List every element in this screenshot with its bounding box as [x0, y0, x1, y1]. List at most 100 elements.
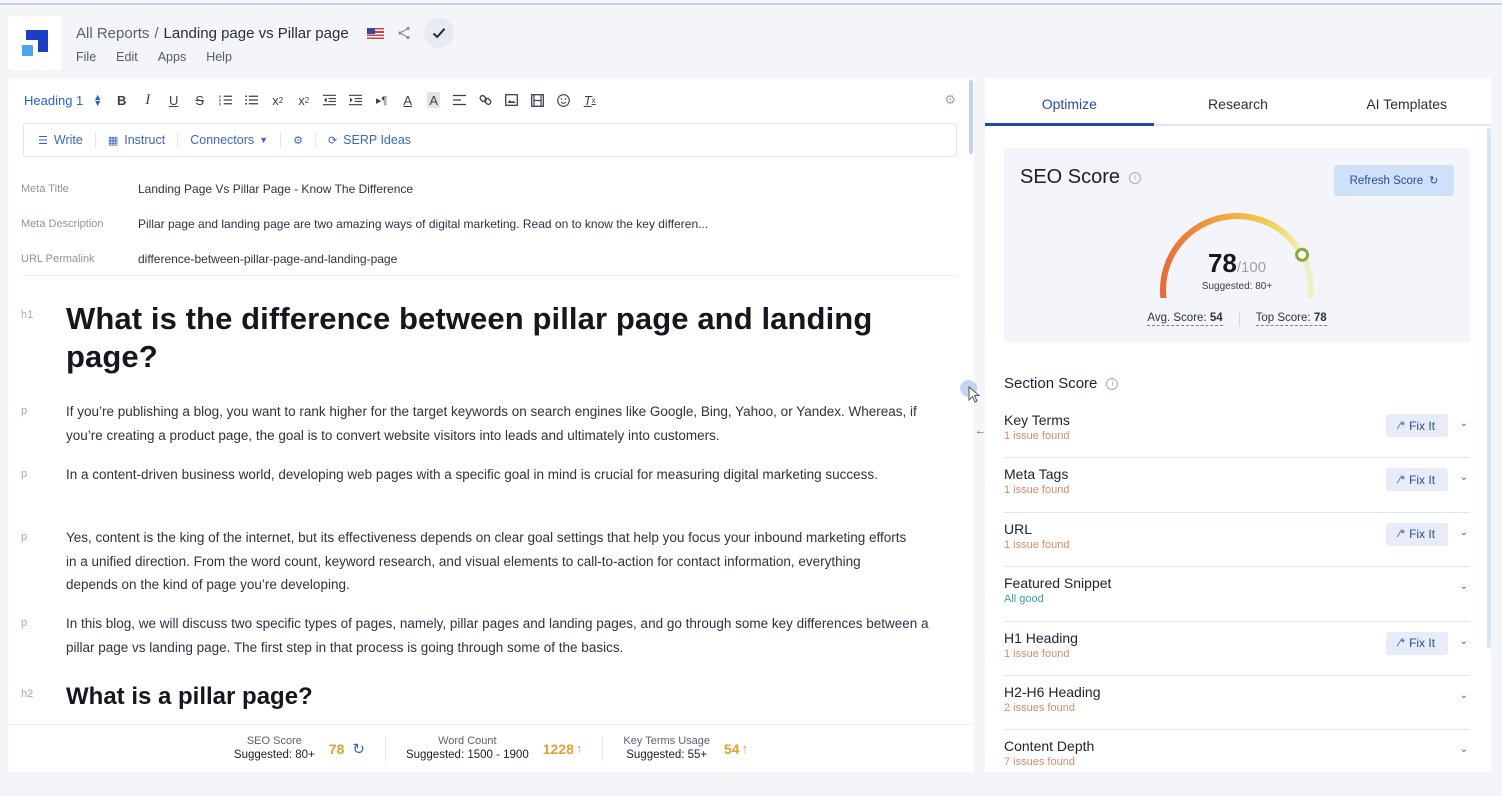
menu-help[interactable]: Help [206, 50, 232, 64]
section-score-row[interactable]: Key Terms 1 issue found ⁄* Fix It ⌄ [1004, 404, 1470, 459]
content-block-p[interactable]: p In a content-driven business world, de… [21, 463, 941, 487]
serp-ideas-button[interactable]: ⟳ SERP Ideas [328, 133, 411, 147]
text-color-button[interactable]: A [401, 92, 414, 108]
chevron-down-icon[interactable]: ⌄ [1460, 472, 1468, 483]
paragraph[interactable]: In this blog, we will discuss two specif… [66, 612, 941, 659]
app-logo[interactable] [8, 16, 62, 70]
top-score-value: 78 [1313, 312, 1327, 324]
editor-scrollbar-thumb[interactable] [969, 80, 973, 154]
chevron-down-icon[interactable]: ⌄ [1460, 581, 1468, 592]
tab-research[interactable]: Research [1154, 78, 1323, 124]
tab-ai-templates[interactable]: AI Templates [1322, 78, 1491, 124]
heading-1[interactable]: What is the difference between pillar pa… [66, 300, 906, 376]
clear-format-button[interactable]: Tx [583, 92, 596, 108]
chevron-down-icon[interactable]: ⌄ [1460, 418, 1468, 429]
divider [1238, 312, 1240, 326]
section-status: 2 issues found [1004, 701, 1075, 714]
write-button[interactable]: ☰ Write [38, 133, 83, 147]
menu-apps[interactable]: Apps [158, 50, 187, 64]
tab-optimize[interactable]: Optimize [985, 78, 1154, 124]
connectors-dropdown[interactable]: Connectors ▼ [190, 133, 268, 147]
instruct-label: Instruct [124, 133, 166, 147]
score-suggested: Suggested: 80+ [1201, 281, 1273, 292]
bold-button[interactable]: B [115, 92, 128, 108]
key-terms-value: 54 [724, 740, 740, 757]
section-name: Meta Tags [1004, 466, 1069, 483]
section-score-row[interactable]: Featured Snippet All good ⌄ [1004, 567, 1470, 622]
us-flag-icon[interactable] [366, 27, 384, 39]
fix-it-label: Fix It [1409, 636, 1436, 651]
chevron-down-icon[interactable]: ⌄ [1460, 636, 1468, 647]
content-block-p[interactable]: p In this blog, we will discuss two spec… [21, 612, 941, 659]
refresh-score-button[interactable]: Refresh Score ↻ [1334, 165, 1454, 196]
content-block-h2[interactable]: h2 What is a pillar page? [21, 682, 941, 712]
content-block-p[interactable]: p Yes, content is the king of the intern… [21, 526, 941, 597]
meta-description-field[interactable]: Pillar page and landing page are two ama… [138, 217, 708, 231]
highlight-button[interactable]: A [427, 92, 441, 108]
avg-score[interactable]: Avg. Score: 54 [1147, 312, 1223, 326]
section-score-heading: Section Score i [1004, 375, 1119, 392]
menu-file[interactable]: File [76, 50, 96, 64]
info-icon[interactable]: i [1129, 171, 1142, 184]
heading-select[interactable]: Heading 1 ▲ ▼ [24, 93, 102, 108]
section-score-row[interactable]: H2-H6 Heading 2 issues found ⌄ [1004, 676, 1470, 731]
outdent-button[interactable] [323, 92, 337, 108]
strikethrough-button[interactable]: S [193, 92, 206, 108]
italic-button[interactable]: I [141, 92, 154, 108]
paragraph[interactable]: If you’re publishing a blog, you want to… [66, 400, 926, 447]
align-button[interactable] [453, 92, 467, 108]
section-score-row[interactable]: URL 1 issue found ⁄* Fix It ⌄ [1004, 513, 1470, 568]
url-permalink-field[interactable]: difference-between-pillar-page-and-landi… [138, 252, 397, 266]
bullet-list-button[interactable] [245, 92, 259, 108]
fix-it-button[interactable]: ⁄* Fix It [1386, 468, 1448, 492]
instruct-button[interactable]: ▦ Instruct [108, 133, 165, 147]
sidebar-scrollbar[interactable] [1487, 128, 1491, 648]
share-icon[interactable] [396, 25, 412, 41]
connectors-label: Connectors [190, 133, 255, 147]
top-score[interactable]: Top Score: 78 [1255, 312, 1327, 326]
chevron-down-icon[interactable]: ⌄ [1460, 744, 1468, 755]
fix-it-label: Fix It [1409, 472, 1436, 487]
subscript-button[interactable]: x2 [271, 92, 284, 108]
magic-wand-icon: ⁄* [1398, 473, 1406, 486]
info-icon[interactable]: i [1106, 377, 1119, 390]
video-button[interactable] [531, 92, 545, 108]
fix-it-button[interactable]: ⁄* Fix It [1386, 522, 1448, 546]
section-score-row[interactable]: Meta Tags 1 issue found ⁄* Fix It ⌄ [1004, 458, 1470, 513]
section-name: Key Terms [1004, 412, 1070, 428]
link-button[interactable] [479, 92, 492, 108]
chevron-down-icon[interactable]: ⌄ [1460, 527, 1468, 538]
indent-button[interactable] [349, 92, 363, 108]
emoji-button[interactable] [557, 92, 571, 108]
image-button[interactable] [505, 92, 519, 108]
breadcrumb-all-reports[interactable]: All Reports [76, 25, 149, 42]
section-name: H1 Heading [1004, 629, 1078, 646]
word-count-label: Word Count [438, 735, 497, 747]
ai-settings-button[interactable]: ⚙ [293, 134, 303, 147]
heading-2[interactable]: What is a pillar page? [66, 682, 313, 712]
superscript-button[interactable]: x2 [297, 92, 310, 108]
paragraph[interactable]: Yes, content is the king of the internet… [66, 526, 914, 597]
refresh-icon[interactable]: ↻ [352, 740, 365, 758]
fix-it-button[interactable]: ⁄* Fix It [1386, 414, 1448, 437]
underline-button[interactable]: U [167, 92, 180, 108]
menu-edit[interactable]: Edit [116, 50, 138, 64]
content-block-h1[interactable]: h1 What is the difference between pillar… [21, 300, 941, 376]
ordered-list-button[interactable] [219, 92, 233, 108]
section-name: Content Depth [1004, 738, 1095, 755]
save-status-button[interactable] [423, 18, 454, 48]
content-block-p[interactable]: p If you’re publishing a blog, you want … [21, 400, 941, 447]
fix-it-button[interactable]: ⁄* Fix It [1386, 631, 1448, 655]
paragraph-direction-button[interactable]: ▸¶ [375, 92, 388, 108]
paragraph[interactable]: In a content-driven business world, deve… [66, 463, 916, 487]
editor-status-bar: SEO Score Suggested: 80+ 78 ↻ Word Count… [8, 724, 974, 772]
document-title[interactable]: Landing page vs Pillar page [164, 25, 349, 42]
mouse-cursor-icon [968, 386, 980, 403]
chevron-down-icon[interactable]: ⌄ [1460, 690, 1468, 701]
updown-icon: ▲ ▼ [93, 92, 103, 108]
meta-title-field[interactable]: Landing Page Vs Pillar Page - Know The D… [138, 182, 413, 196]
editor-settings-icon[interactable]: ⚙ [944, 92, 956, 108]
block-tag-label: h1 [21, 309, 34, 321]
section-score-row[interactable]: H1 Heading 1 issue found ⁄* Fix It ⌄ [1004, 622, 1470, 676]
seo-score-card: SEO Score i Refresh Score ↻ 78/100 Sugge… [1004, 148, 1470, 342]
